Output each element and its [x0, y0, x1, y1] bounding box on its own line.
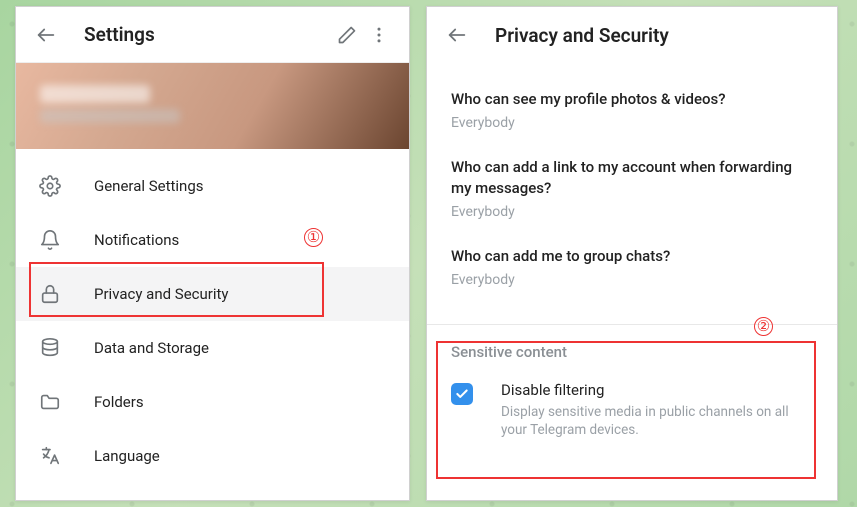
menu-data-storage[interactable]: Data and Storage	[16, 321, 409, 375]
settings-panel: Settings General Settings Notifications	[15, 6, 410, 501]
annotation-number-2: ②	[754, 317, 773, 336]
folder-icon	[38, 390, 62, 414]
privacy-item-group-chats[interactable]: Who can add me to group chats? Everybody	[451, 246, 813, 288]
more-icon[interactable]	[363, 19, 395, 51]
edit-icon[interactable]	[331, 19, 363, 51]
privacy-value: Everybody	[451, 115, 813, 131]
menu-notifications[interactable]: Notifications	[16, 213, 409, 267]
menu-label: Notifications	[94, 231, 179, 249]
menu-label: Folders	[94, 393, 144, 411]
privacy-question: Who can add me to group chats?	[451, 246, 813, 266]
menu-label: General Settings	[94, 177, 204, 195]
settings-title: Settings	[84, 23, 155, 46]
privacy-title: Privacy and Security	[495, 24, 669, 47]
menu-label: Privacy and Security	[94, 285, 229, 303]
gear-icon	[38, 174, 62, 198]
annotation-number-1: ①	[304, 228, 323, 247]
privacy-question: Who can add a link to my account when fo…	[451, 157, 813, 198]
menu-folders[interactable]: Folders	[16, 375, 409, 429]
lock-icon	[38, 282, 62, 306]
profile-banner[interactable]	[16, 63, 409, 149]
privacy-value: Everybody	[451, 272, 813, 288]
privacy-item-forward-link[interactable]: Who can add a link to my account when fo…	[451, 157, 813, 220]
settings-header: Settings	[16, 7, 409, 63]
menu-label: Language	[94, 447, 160, 465]
disable-filtering-row[interactable]: Disable filtering Display sensitive medi…	[427, 371, 837, 457]
privacy-panel: Privacy and Security Who can see my prof…	[426, 6, 838, 501]
disable-filtering-sub: Display sensitive media in public channe…	[501, 403, 801, 439]
checkbox-checked-icon[interactable]	[451, 383, 473, 405]
menu-privacy-security[interactable]: Privacy and Security	[16, 267, 409, 321]
back-icon[interactable]	[30, 19, 62, 51]
privacy-question: Who can see my profile photos & videos?	[451, 89, 813, 109]
privacy-item-profile-photos[interactable]: Who can see my profile photos & videos? …	[451, 89, 813, 131]
privacy-header: Privacy and Security	[427, 7, 837, 63]
menu-general-settings[interactable]: General Settings	[16, 159, 409, 213]
disable-filtering-title: Disable filtering	[501, 381, 801, 399]
language-icon	[38, 444, 62, 468]
privacy-list: Who can see my profile photos & videos? …	[427, 63, 837, 324]
menu-language[interactable]: Language	[16, 429, 409, 483]
database-icon	[38, 336, 62, 360]
bell-icon	[38, 228, 62, 252]
back-icon[interactable]	[441, 19, 473, 51]
settings-menu: General Settings Notifications Privacy a…	[16, 149, 409, 483]
privacy-value: Everybody	[451, 204, 813, 220]
sensitive-section-title: Sensitive content	[427, 325, 837, 371]
menu-label: Data and Storage	[94, 339, 209, 357]
